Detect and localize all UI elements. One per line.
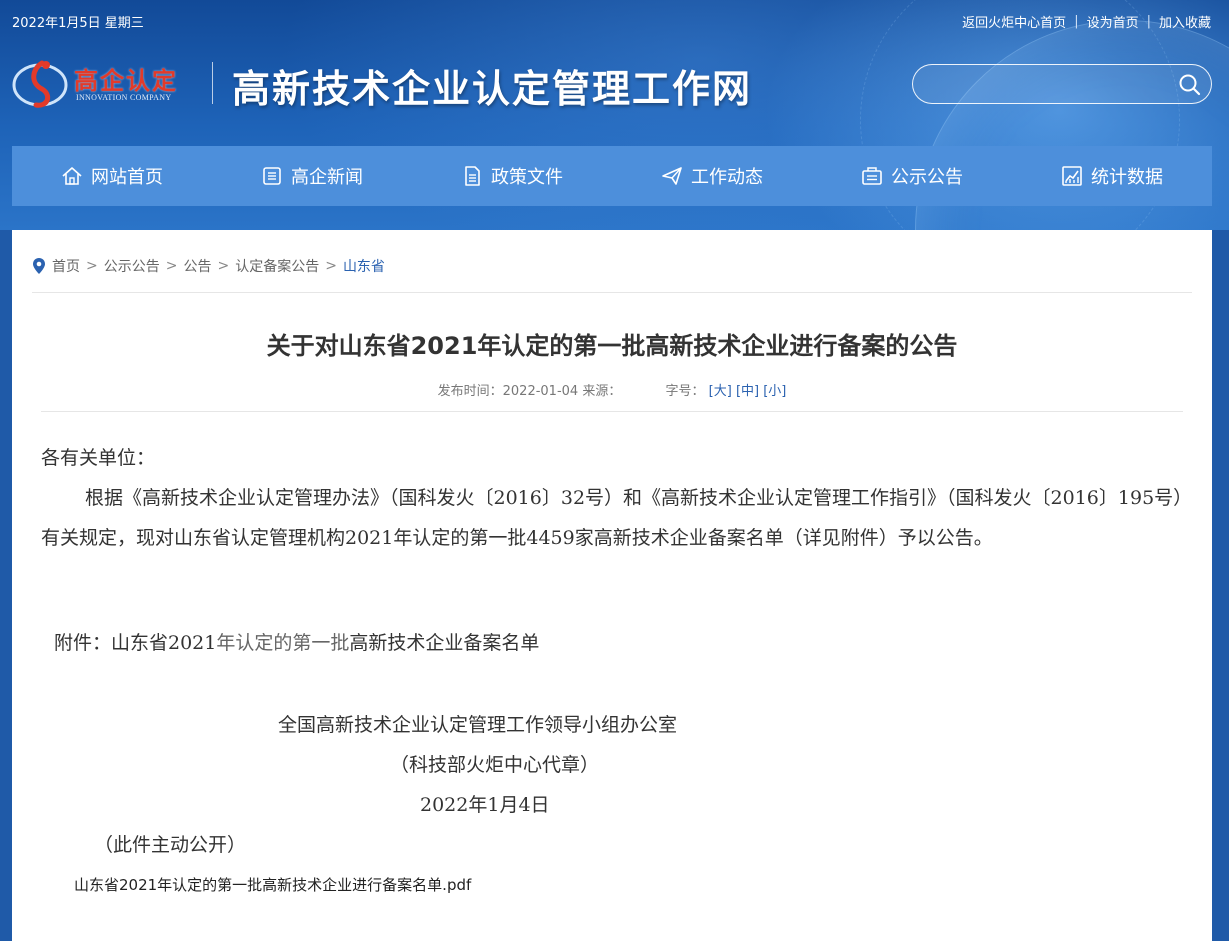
- nav-label: 网站首页: [91, 167, 163, 188]
- nav-item-work-news[interactable]: 工作动态: [612, 146, 812, 206]
- logo-divider: [212, 62, 213, 104]
- search-icon[interactable]: [1177, 72, 1203, 98]
- signature-org: 全国高新技术企业认定管理工作领导小组办公室: [278, 714, 678, 736]
- article-meta: 发布时间：2022-01-04 来源： 字号： [大] [中] [小]: [12, 380, 1212, 399]
- nav-label: 政策文件: [491, 167, 563, 188]
- separator: |: [1074, 14, 1079, 29]
- nav-item-home[interactable]: 网站首页: [12, 146, 212, 206]
- site-title: 高新技术企业认定管理工作网: [232, 66, 753, 111]
- public-note: （此件主动公开）: [94, 834, 247, 856]
- article-title: 关于对山东省2021年认定的第一批高新技术企业进行备案的公告: [266, 332, 958, 360]
- top-links: 返回火炬中心首页 | 设为首页 | 加入收藏: [962, 12, 1211, 31]
- site-logo[interactable]: 高企认定 INNOVATION COMPANY: [12, 55, 202, 111]
- nav-label: 高企新闻: [291, 167, 363, 188]
- home-icon: [62, 167, 82, 185]
- logo-cn-text: 高企认定: [74, 66, 178, 95]
- announcement-icon: [862, 167, 882, 185]
- breadcrumb-current[interactable]: 山东省: [343, 256, 385, 276]
- breadcrumb-certification[interactable]: 认定备案公告: [235, 256, 319, 276]
- main-content: 首页 > 公示公告 > 公告 > 认定备案公告 > 山东省 关于对山东省2021…: [12, 230, 1212, 941]
- signature-date: 2022年1月4日: [420, 794, 550, 816]
- breadcrumb-notice[interactable]: 公告: [183, 256, 211, 276]
- separator: |: [1146, 14, 1151, 29]
- breadcrumb-separator: >: [86, 258, 98, 274]
- location-pin-icon: [33, 258, 45, 274]
- attachment-file-link[interactable]: 山东省2021年认定的第一批高新技术企业进行备案名单.pdf: [74, 874, 471, 895]
- nav-item-announcements[interactable]: 公示公告: [812, 146, 1012, 206]
- attachment-prefix: 附件：山东省2021: [54, 632, 217, 654]
- attachment-note: 附件：山东省2021年认定的第一批高新技术企业备案名单: [54, 628, 539, 655]
- attachment-suffix: 高新技术企业备案名单: [349, 632, 540, 654]
- document-icon: [465, 166, 480, 186]
- current-date: 2022年1月5日 星期三: [12, 16, 144, 31]
- publish-label: 发布时间：: [437, 384, 503, 399]
- divider: [41, 411, 1183, 412]
- chart-icon: [1062, 166, 1082, 186]
- font-size-large[interactable]: [大]: [709, 384, 732, 399]
- breadcrumb-separator: >: [325, 258, 337, 274]
- breadcrumb-separator: >: [217, 258, 230, 274]
- paper-plane-icon: [662, 167, 682, 185]
- news-icon: [263, 167, 281, 185]
- link-back-torch-home[interactable]: 返回火炬中心首页: [962, 12, 1066, 31]
- nav-item-statistics[interactable]: 统计数据: [1012, 146, 1212, 206]
- source-label: 来源：: [582, 384, 622, 399]
- nav-item-news[interactable]: 高企新闻: [212, 146, 412, 206]
- nav-item-policy[interactable]: 政策文件: [412, 146, 612, 206]
- breadcrumb-separator: >: [165, 258, 178, 274]
- font-size-medium[interactable]: [中]: [736, 384, 759, 399]
- greeting: 各有关单位：: [41, 447, 156, 469]
- font-size-label: 字号：: [665, 384, 705, 399]
- breadcrumb-announcements[interactable]: 公示公告: [104, 256, 160, 276]
- article-body: 各有关单位： 根据《高新技术企业认定管理办法》（国科发火〔2016〕32号）和《…: [41, 438, 1183, 558]
- nav-label: 公示公告: [891, 167, 963, 188]
- logo-swirl-icon: [12, 60, 68, 108]
- logo-en-text: INNOVATION COMPANY: [76, 93, 172, 102]
- link-set-homepage[interactable]: 设为首页: [1087, 12, 1139, 31]
- breadcrumb-home[interactable]: 首页: [52, 256, 80, 276]
- nav-label: 工作动态: [691, 167, 763, 188]
- search-box: [912, 64, 1212, 104]
- search-input[interactable]: [927, 73, 1167, 97]
- signature-seal: （科技部火炬中心代章）: [390, 754, 600, 776]
- main-paragraph: 根据《高新技术企业认定管理办法》（国科发火〔2016〕32号）和《高新技术企业认…: [41, 487, 1183, 549]
- divider: [32, 292, 1192, 293]
- nav-label: 统计数据: [1091, 167, 1163, 188]
- attachment-middle: 年认定的第一批: [216, 632, 350, 654]
- main-nav: 网站首页 高企新闻 政策文件 工作动态 公示公告 统计数据: [12, 146, 1212, 206]
- link-add-favorite[interactable]: 加入收藏: [1159, 12, 1211, 31]
- font-size-small[interactable]: [小]: [763, 384, 786, 399]
- publish-date: 2022-01-04: [502, 384, 579, 399]
- breadcrumb: 首页 > 公示公告 > 公告 > 认定备案公告 > 山东省: [32, 256, 385, 276]
